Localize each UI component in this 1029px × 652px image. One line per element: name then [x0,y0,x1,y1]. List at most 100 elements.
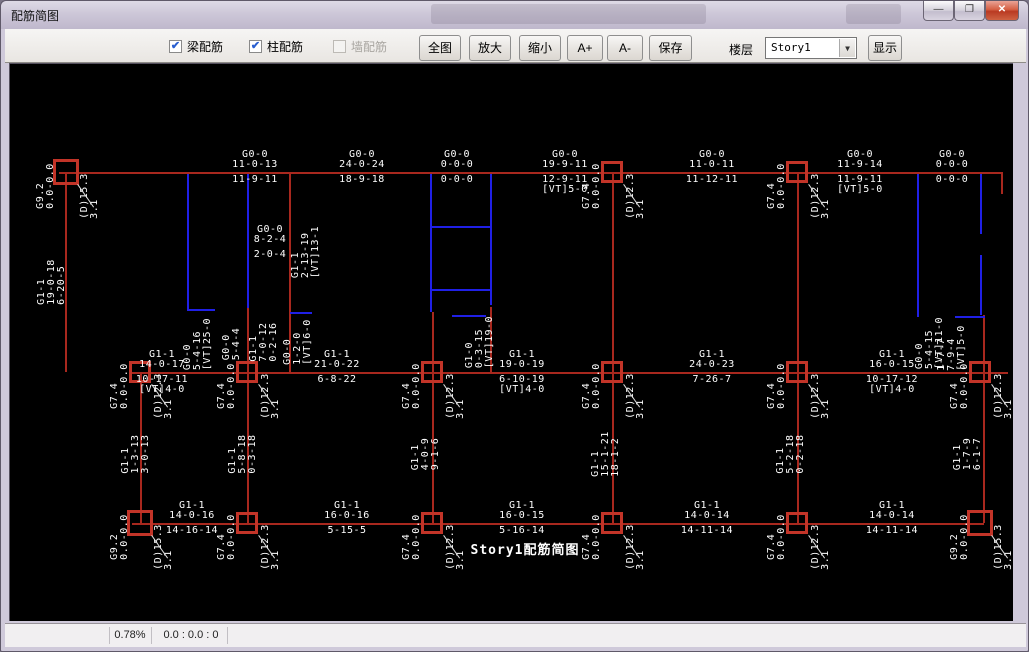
checkbox-beam-rebar[interactable]: ✔ 梁配筋 [169,38,223,55]
column-node-marker [236,361,258,383]
floor-select-value: Story1 [771,41,811,54]
node-axial-label: G7.4 0.0-0.0 [402,363,422,409]
node-d-label: (D)12.3 3.1 [811,524,831,570]
beam-label-vertical: G1-1 19-0-18 6-20-5 [37,259,67,305]
checkbox-column-rebar[interactable]: ✔ 柱配筋 [249,38,303,55]
zoom-in-button[interactable]: 放大 [469,35,511,61]
wall-line [431,226,490,228]
wall-line [187,309,215,311]
column-node-marker [236,512,258,534]
beam-label: G1-1 16-0-15 [499,501,545,521]
wall-line [917,174,919,317]
save-button[interactable]: 保存 [649,35,692,61]
floor-select[interactable]: Story1 ▼ [765,37,857,59]
node-axial-label: G7.4 0.0-0.0 [217,514,237,560]
app-window: 配筋简图 — ❐ ✕ ✔ 梁配筋 ✔ 柱配筋 墙配筋 全图 放大 缩小 A+ A… [0,0,1029,652]
checkbox-wall-icon [333,40,346,53]
beam-label-vertical: G1-1 1-3-13 3-0-13 [121,434,151,473]
node-axial-label: G9.2 0.0-0.0 [110,514,130,560]
beam-label: 6-8-22 [317,375,356,385]
zoom-out-button[interactable]: 缩小 [519,35,561,61]
beam-label: G1-1 16-0-15 [869,350,915,370]
checkbox-wall-label: 墙配筋 [351,38,387,55]
beam-label-vertical: 1-7-7 7-9-4 [VT]5-0 [937,325,967,371]
wall-line [247,174,249,308]
beam-label-vertical: G1-1 1-7-9 6-1-7 [953,438,983,471]
font-minus-button[interactable]: A- [607,35,643,61]
beam-label: 7-26-7 [692,375,731,385]
beam-label: 0-0-0 [441,175,474,185]
beam-label: G1-1 14-0-17 [139,350,185,370]
beam-label: 2-0-4 [254,250,287,260]
full-view-button[interactable]: 全图 [419,35,461,61]
node-axial-label: G7.4 0.0-0.0 [582,363,602,409]
beam-label: G0-0 8-2-4 [254,225,287,245]
cursor-coordinates: 0.0 : 0.0 : 0 [155,629,227,641]
node-d-label: (D)12.3 3.1 [446,524,466,570]
minimize-button[interactable]: — [923,1,954,21]
column-node-marker [421,512,443,534]
wall-line [980,255,982,315]
font-plus-button[interactable]: A+ [567,35,603,61]
node-axial-label: G7.4 0.0-0.0 [402,514,422,560]
node-d-label: (D)15.3 3.1 [994,524,1013,570]
beam-label: 11-12-11 [686,175,738,185]
column-node-marker [786,161,808,183]
rebar-diagram-canvas[interactable]: Story1配筋简图 G9.2 0.0-0.0 (D)15.3 3.1 G7.4 0… [9,63,1013,621]
beam-label: 10-17-12 [VT]4-0 [866,375,918,395]
checkbox-beam-label: 梁配筋 [187,38,223,55]
checkbox-beam-icon[interactable]: ✔ [169,40,182,53]
beam-label: G1-1 19-0-19 [499,350,545,370]
maximize-button[interactable]: ❐ [954,1,985,21]
beam-label: 0-0-0 [936,175,969,185]
column-node-marker [127,510,153,536]
beam-label: G0-0 11-9-14 [837,150,883,170]
beam-line [1001,172,1003,194]
checkbox-column-icon[interactable]: ✔ [249,40,262,53]
diagram-caption: Story1配筋简图 [471,544,580,558]
wall-line [431,289,490,291]
node-d-label: (D)12.3 3.1 [626,373,646,419]
beam-label: G0-0 11-0-11 [689,150,735,170]
titlebar-glass-ghost [846,4,901,24]
node-axial-label: G7.4 0.0-0.0 [767,514,787,560]
title-bar: 配筋简图 — ❐ ✕ [1,1,1028,29]
wall-line [290,312,312,314]
close-button[interactable]: ✕ [985,1,1019,21]
checkbox-column-label: 柱配筋 [267,38,303,55]
beam-line [432,312,434,523]
column-node-marker [969,361,991,383]
beam-label-vertical: G1-1 5-2-18 0-2-18 [776,434,806,473]
beam-label: G0-0 19-9-11 [542,150,588,170]
node-axial-label: G7.4 0.0-0.0 [582,514,602,560]
beam-label: 14-11-14 [681,526,733,536]
wall-line [980,174,982,234]
node-d-label: (D)12.3 3.1 [626,524,646,570]
beam-label: G1-1 16-0-16 [324,501,370,521]
window-title: 配筋简图 [11,7,59,24]
beam-label: 12-9-11 [VT]5-0 [542,175,588,195]
node-axial-label: G9.2 0.0-0.0 [950,514,970,560]
column-node-marker [421,361,443,383]
statusbar-separator [151,627,152,644]
beam-label-vertical: G1-1 5-8-18 0-3-18 [228,434,258,473]
node-axial-label: G7.4 0.0-0.0 [217,363,237,409]
node-d-label: (D)15.3 3.1 [80,173,100,219]
status-bar: 0.78% 0.0 : 0.0 : 0 [5,623,1026,647]
wall-line [430,174,432,312]
show-button[interactable]: 显示 [868,35,902,61]
node-axial-label: G7.4 0.0-0.0 [110,363,130,409]
beam-label-vertical: G1-0 0-3-15 [VT]19-0 [465,316,495,368]
beam-label: G1-1 14-0-14 [869,501,915,521]
column-node-marker [53,159,79,185]
chevron-down-icon[interactable]: ▼ [839,39,855,57]
node-d-label: (D)12.3 3.1 [994,373,1013,419]
beam-label: G1-1 14-0-14 [684,501,730,521]
beam-label: 5-16-14 [499,526,545,536]
beam-label: G0-0 0-0-0 [441,150,474,170]
beam-label: G1-1 21-0-22 [314,350,360,370]
checkbox-wall-rebar: 墙配筋 [333,38,387,55]
beam-label: 10-17-11 [VT]4-0 [136,375,188,395]
column-node-marker [601,361,623,383]
node-d-label: (D)12.3 3.1 [261,373,281,419]
